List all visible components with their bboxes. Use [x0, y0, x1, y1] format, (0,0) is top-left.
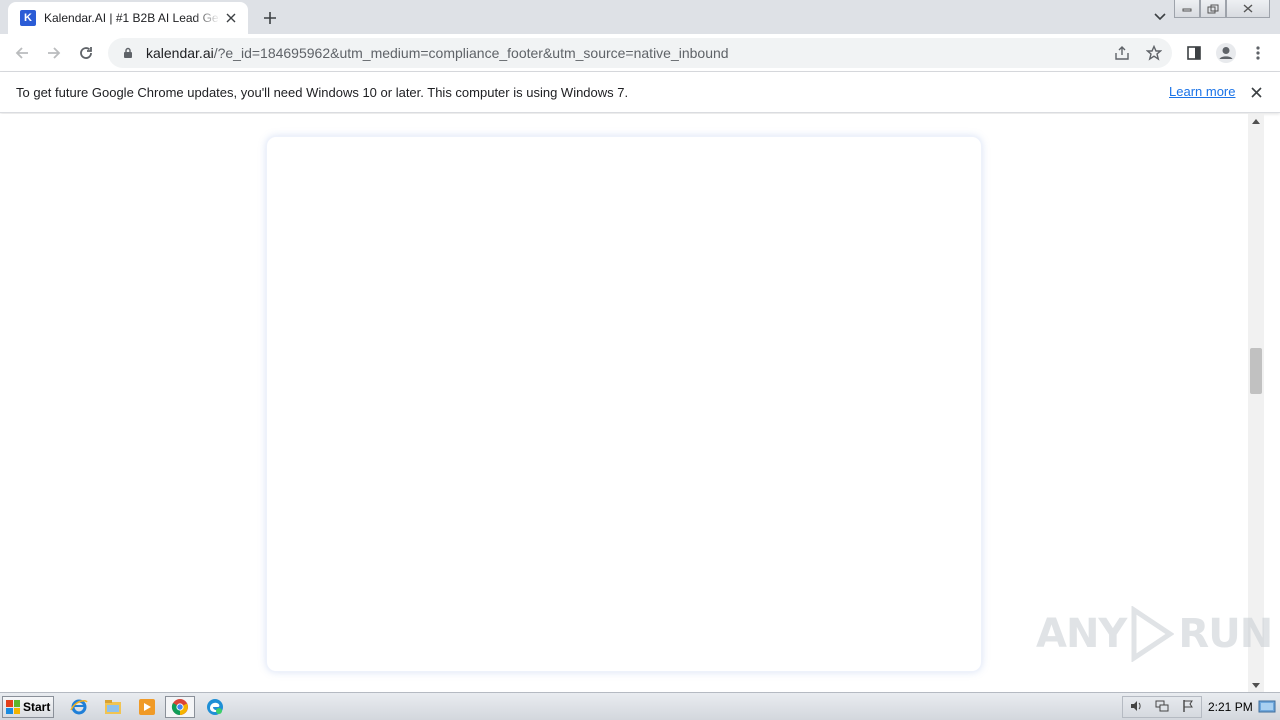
taskbar-clock[interactable]: 2:21 PM — [1208, 700, 1253, 714]
scroll-down-arrow-icon[interactable] — [1248, 678, 1264, 692]
kalendar-favicon-icon: K — [20, 10, 36, 26]
start-button[interactable]: Start — [2, 696, 54, 718]
restore-button[interactable] — [1200, 0, 1226, 18]
window-controls — [1174, 0, 1270, 18]
chrome-icon[interactable] — [165, 696, 195, 718]
start-label: Start — [23, 700, 51, 714]
url-host: kalendar.ai — [146, 45, 214, 61]
more-menu-icon[interactable] — [1244, 39, 1272, 67]
windows-logo-icon — [6, 700, 20, 714]
system-tray — [1122, 696, 1202, 718]
bookmark-star-icon[interactable] — [1142, 41, 1166, 65]
content-card — [266, 136, 982, 672]
volume-icon[interactable] — [1129, 698, 1143, 717]
tab-kalendar[interactable]: K Kalendar.AI | #1 B2B AI Lead Generatio… — [8, 2, 248, 34]
watermark-left: ANY — [1036, 611, 1127, 657]
anyrun-watermark: ANY RUN — [1036, 606, 1273, 662]
scroll-up-arrow-icon[interactable] — [1248, 114, 1264, 128]
tab-strip: K Kalendar.AI | #1 B2B AI Lead Generatio… — [0, 0, 1280, 34]
close-tab-icon[interactable] — [222, 9, 240, 27]
reload-button[interactable] — [72, 39, 100, 67]
windows-taskbar: Start 2:21 PM — [0, 692, 1280, 720]
media-player-icon[interactable] — [136, 697, 158, 717]
explorer-icon[interactable] — [102, 697, 124, 717]
close-window-button[interactable] — [1226, 0, 1270, 18]
forward-button[interactable] — [40, 39, 68, 67]
network-icon[interactable] — [1155, 698, 1169, 717]
ie-icon[interactable] — [68, 697, 90, 717]
minimize-button[interactable] — [1174, 0, 1200, 18]
learn-more-link[interactable]: Learn more — [1169, 84, 1235, 99]
lock-icon[interactable] — [120, 45, 136, 61]
new-tab-button[interactable] — [258, 6, 282, 30]
infobar-message: To get future Google Chrome updates, you… — [16, 84, 629, 100]
browser-toolbar: kalendar.ai/?e_id=184695962&utm_medium=c… — [0, 34, 1280, 72]
address-bar[interactable]: kalendar.ai/?e_id=184695962&utm_medium=c… — [108, 38, 1172, 68]
play-triangle-icon — [1131, 606, 1175, 662]
tab-title: Kalendar.AI | #1 B2B AI Lead Generation — [44, 11, 220, 25]
url-path: /?e_id=184695962&utm_medium=compliance_f… — [213, 45, 729, 61]
update-infobar: To get future Google Chrome updates, you… — [0, 72, 1280, 113]
profile-avatar-icon[interactable] — [1212, 39, 1240, 67]
back-button[interactable] — [8, 39, 36, 67]
action-center-flag-icon[interactable] — [1181, 698, 1195, 717]
tab-search-chevron-icon[interactable] — [1150, 8, 1170, 26]
side-panel-icon[interactable] — [1180, 39, 1208, 67]
scrollbar-thumb[interactable] — [1250, 348, 1262, 394]
close-infobar-icon[interactable] — [1246, 82, 1266, 102]
edge-icon[interactable] — [204, 697, 226, 717]
url-text: kalendar.ai/?e_id=184695962&utm_medium=c… — [146, 45, 729, 61]
show-desktop-icon[interactable] — [1258, 699, 1276, 715]
share-icon[interactable] — [1110, 41, 1134, 65]
watermark-right: RUN — [1178, 611, 1273, 657]
